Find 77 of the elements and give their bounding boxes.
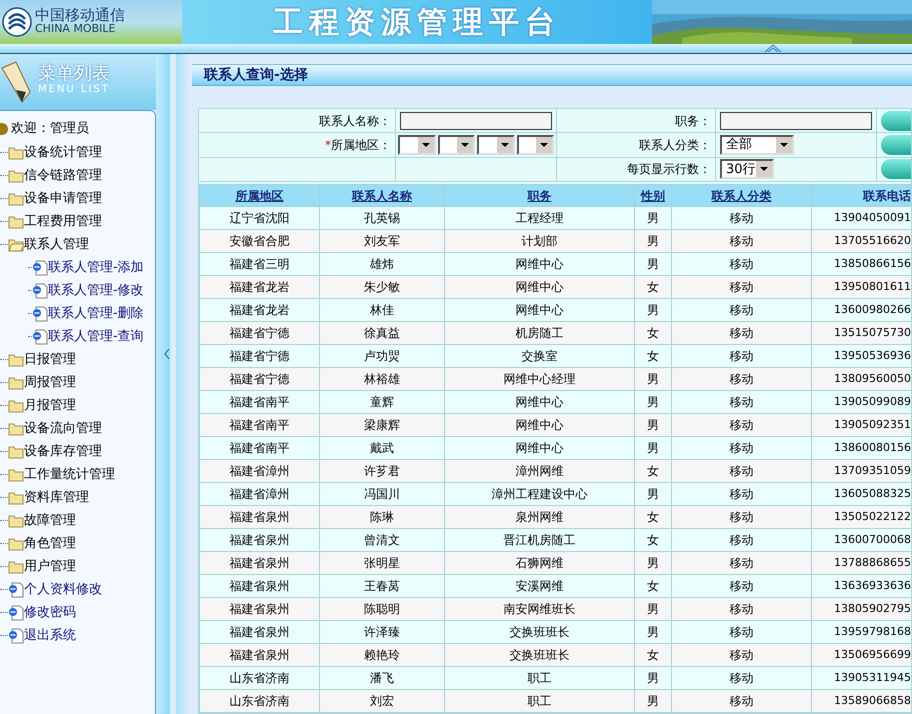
dropdown[interactable] [438,134,475,155]
caret-icon [457,136,473,153]
caret-icon [756,161,772,178]
menu-item[interactable]: 角色管理 [24,534,76,554]
page-title: 联系人查询-选择 [204,66,308,84]
logo-subtitle: CHINA MOBILE [35,22,116,36]
dropdown[interactable]: 全部 [720,134,794,155]
table-cell: 刘宏 [320,690,444,713]
menu-item[interactable]: 周报管理 [24,372,76,392]
app-title: 工程资源管理平台 [273,4,561,42]
dropdown[interactable] [477,134,514,155]
pen-icon [0,60,32,104]
menu-item[interactable]: 设备统计管理 [24,142,102,162]
duty-field[interactable] [720,112,872,130]
field-label: 每页显示行数： [627,161,711,178]
menu-item[interactable]: 联系人管理-删除 [48,304,144,324]
menu-item[interactable]: 工程费用管理 [24,212,102,232]
collapse-up-icon[interactable] [764,44,782,52]
table-cell: 职工 [444,690,634,713]
field-label: 联系人分类： [639,136,711,154]
menu-item[interactable]: 设备流向管理 [24,418,102,438]
table-cell: 移动 [672,690,812,713]
welcome-text: 欢迎：管理员 [11,120,89,138]
menu-item[interactable]: 联系人管理 [24,234,89,254]
folder-icon [8,422,24,436]
menu-item[interactable]: 日报管理 [24,350,76,370]
folder-icon [8,398,24,412]
action-button[interactable] [881,110,911,131]
menu-item[interactable]: 月报管理 [24,396,76,416]
logo-text: 中国移动通信 [35,8,125,22]
menu-item[interactable]: 个人资料修改 [24,580,102,600]
caret-icon [496,136,512,153]
folder-icon [8,468,24,482]
required-mark: * [325,136,331,154]
menu-item[interactable]: 设备库存管理 [24,442,102,462]
folder-icon [8,536,24,550]
folder-icon [8,214,24,228]
open-folder-icon [8,238,24,252]
folder-icon [8,192,24,206]
caret-icon [418,136,434,153]
contact-name-field[interactable] [400,112,552,130]
menu-item[interactable]: 故障管理 [24,510,76,530]
menu-title: 菜单列表 [38,66,110,82]
menu-item[interactable]: 退出系统 [24,626,76,646]
menu-item[interactable]: 资料库管理 [24,488,89,508]
menu-item[interactable]: 信令链路管理 [24,166,102,186]
dropdown[interactable]: 30行 [720,159,774,180]
action-button[interactable] [881,159,911,180]
folder-icon [8,514,24,528]
menu-item[interactable]: 联系人管理-添加 [48,258,144,278]
folder-icon [8,560,24,574]
menu-item[interactable]: 工作量统计管理 [24,464,115,484]
field-label: 职务： [675,112,711,130]
menu-item[interactable]: 联系人管理-修改 [48,280,144,300]
folder-icon [8,168,24,182]
menu-subtitle: MENU LIST [38,83,110,97]
table-cell: 男 [634,690,672,713]
folder-icon [8,146,24,160]
menu-item[interactable]: 修改密码 [24,602,76,622]
caret-icon [776,136,792,153]
caret-icon [536,136,552,153]
folder-icon [8,376,24,390]
column-header[interactable]: 职务 [528,188,552,203]
dropdown[interactable] [398,134,436,155]
column-header: 联系电话 [863,188,911,203]
dropdown[interactable] [516,134,554,155]
folder-icon [8,352,24,366]
menu-item[interactable]: 设备申请管理 [24,188,102,208]
action-button[interactable] [881,134,911,155]
field-label: 联系人名称： [319,112,391,130]
table-cell: 山东省济南 [200,690,320,713]
logo-icon [2,7,32,37]
menu-item[interactable]: 联系人管理-查询 [48,326,144,346]
folder-icon [8,444,24,458]
menu-item[interactable]: 用户管理 [24,556,76,576]
folder-icon [8,490,24,504]
field-label: 所属地区： [331,136,391,154]
